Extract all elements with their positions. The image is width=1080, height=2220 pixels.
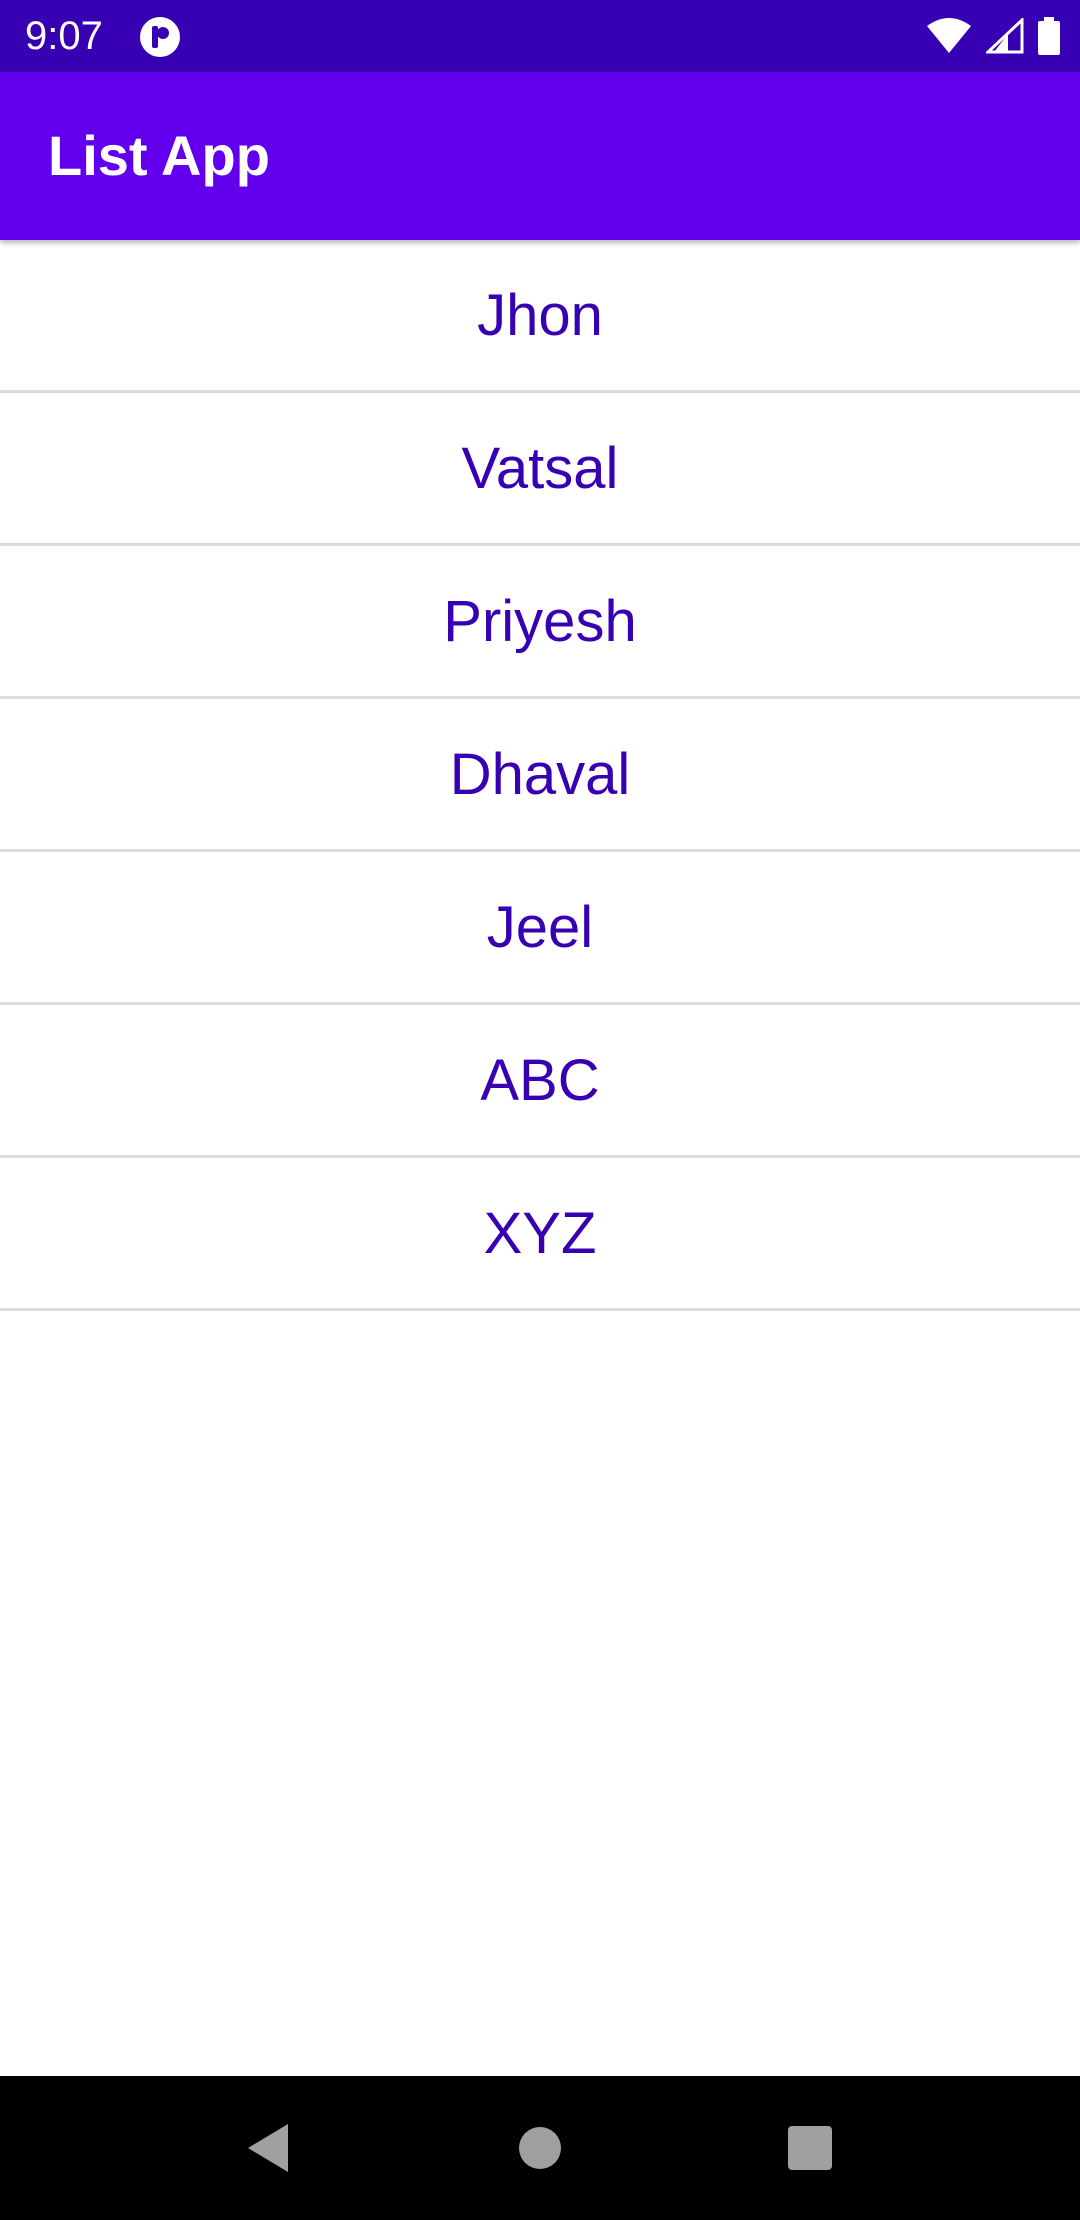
home-icon: [519, 2127, 561, 2169]
battery-icon: [1038, 17, 1060, 55]
list-item[interactable]: XYZ: [0, 1158, 1080, 1311]
recents-icon: [788, 2126, 832, 2170]
signal-icon: [986, 18, 1024, 54]
back-button[interactable]: [208, 2076, 328, 2220]
list-item[interactable]: Jhon: [0, 240, 1080, 393]
circle-app-icon: [138, 15, 182, 59]
status-icons: [926, 0, 1060, 72]
status-bar: 9:07: [0, 0, 1080, 72]
names-list: Jhon Vatsal Priyesh Dhaval Jeel ABC XYZ: [0, 240, 1080, 1311]
wifi-icon: [926, 18, 972, 54]
navigation-bar: [0, 2076, 1080, 2220]
home-button[interactable]: [480, 2076, 600, 2220]
list-item[interactable]: Jeel: [0, 852, 1080, 1005]
list-item[interactable]: Dhaval: [0, 699, 1080, 852]
list-item[interactable]: Priyesh: [0, 546, 1080, 699]
app-bar: List App: [0, 72, 1080, 240]
list-item[interactable]: ABC: [0, 1005, 1080, 1158]
recents-button[interactable]: [750, 2076, 870, 2220]
back-icon: [248, 2124, 288, 2172]
status-time: 9:07: [25, 14, 103, 58]
list-item[interactable]: Vatsal: [0, 393, 1080, 546]
app-title: List App: [48, 124, 270, 187]
